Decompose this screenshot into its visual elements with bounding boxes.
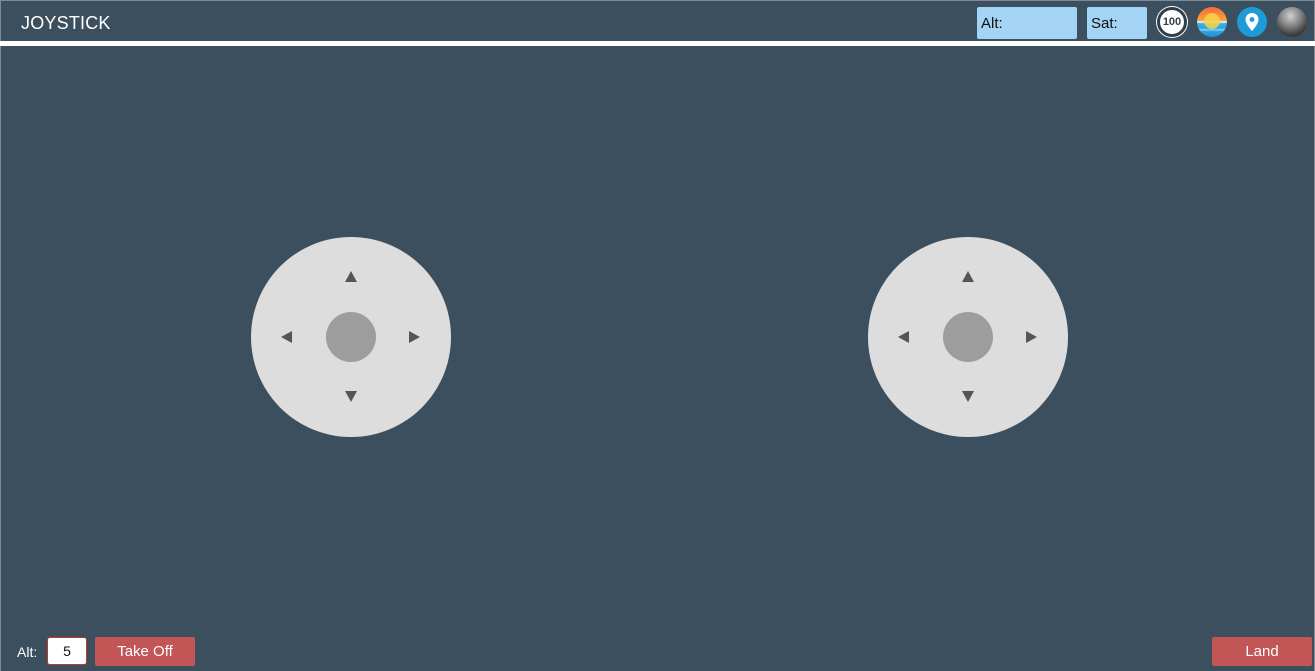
sun-shape (1204, 13, 1220, 29)
arrow-right-icon (1026, 331, 1037, 343)
left-joystick[interactable] (251, 237, 451, 437)
takeoff-button[interactable]: Take Off (95, 637, 195, 666)
app-title: JOYSTICK (21, 13, 111, 33)
joystick-knob[interactable] (326, 312, 376, 362)
land-button[interactable]: Land (1212, 637, 1312, 666)
altitude-status: Alt: (977, 7, 1077, 39)
arrow-down-icon (345, 391, 357, 402)
top-bar: JOYSTICK Alt: Sat: 100 (0, 0, 1315, 41)
battery-icon: 100 (1157, 7, 1187, 37)
weather-icon (1197, 7, 1227, 37)
connection-icon[interactable] (1277, 7, 1307, 37)
arrow-right-icon (409, 331, 420, 343)
right-joystick[interactable] (868, 237, 1068, 437)
main-panel: Alt: Take Off Land (0, 46, 1315, 671)
takeoff-altitude-input[interactable] (47, 637, 87, 665)
arrow-up-icon (345, 271, 357, 282)
takeoff-altitude-label: Alt: (17, 644, 38, 660)
arrow-up-icon (962, 271, 974, 282)
arrow-left-icon (281, 331, 292, 343)
location-icon[interactable] (1237, 7, 1267, 37)
battery-level: 100 (1162, 16, 1182, 28)
satellite-status: Sat: (1087, 7, 1147, 39)
map-pin-icon (1245, 13, 1259, 31)
arrow-left-icon (898, 331, 909, 343)
arrow-down-icon (962, 391, 974, 402)
joystick-knob[interactable] (943, 312, 993, 362)
